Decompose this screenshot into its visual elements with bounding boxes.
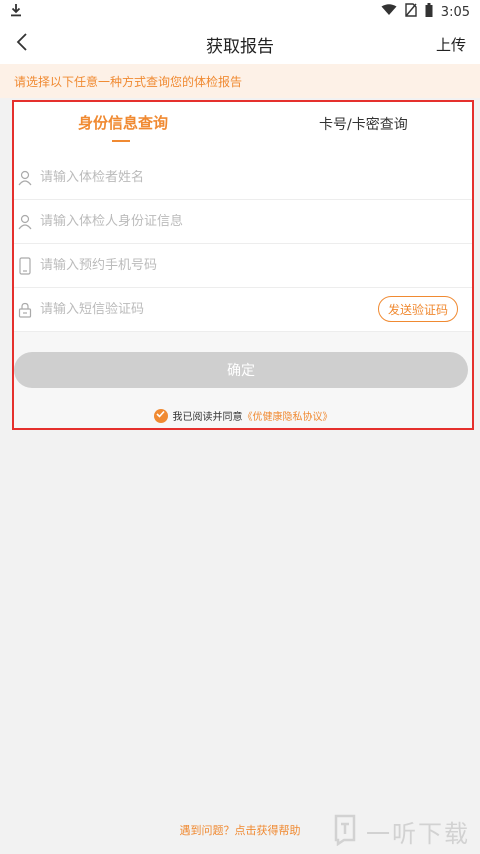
phone-icon xyxy=(16,256,34,275)
confirm-area: 确定 我已阅读并同意 《优健康隐私协议》 xyxy=(14,332,472,428)
query-form-card: 身份信息查询 卡号/卡密查询 发送验证码 确定 xyxy=(12,100,474,430)
nav-bar: 获取报告 上传 xyxy=(0,24,480,64)
battery-icon xyxy=(425,3,433,21)
id-number-input[interactable] xyxy=(40,214,340,229)
page-title: 获取报告 xyxy=(206,36,274,57)
status-time: 3:05 xyxy=(440,4,470,20)
ear-logo-icon xyxy=(330,812,360,850)
phone-field-row xyxy=(14,244,472,288)
confirm-button[interactable]: 确定 xyxy=(14,352,468,388)
name-input[interactable] xyxy=(40,170,340,185)
watermark-logo: 一听下载 xyxy=(330,812,470,850)
code-field-row: 发送验证码 xyxy=(14,288,472,332)
person-icon xyxy=(16,213,34,231)
phone-input[interactable] xyxy=(40,258,340,273)
active-tab-indicator xyxy=(112,140,130,142)
watermark-text: 一听下载 xyxy=(366,819,470,848)
chevron-left-icon xyxy=(16,33,28,55)
person-icon xyxy=(16,169,34,187)
check-icon xyxy=(156,410,165,421)
notice-banner: 请选择以下任意一种方式查询您的体检报告 xyxy=(0,64,480,98)
tab-identity-query[interactable]: 身份信息查询 xyxy=(78,112,168,133)
privacy-agreement-link[interactable]: 《优健康隐私协议》 xyxy=(243,408,333,423)
query-tabs: 身份信息查询 卡号/卡密查询 xyxy=(14,102,472,146)
no-sim-icon xyxy=(405,3,417,21)
agreement-row: 我已阅读并同意 《优健康隐私协议》 xyxy=(14,408,472,423)
name-field-row xyxy=(14,156,472,200)
agreement-checkbox[interactable] xyxy=(153,408,168,423)
sms-code-input[interactable] xyxy=(40,302,340,317)
send-code-button[interactable]: 发送验证码 xyxy=(377,296,458,322)
wifi-icon xyxy=(381,4,397,20)
status-bar: 3:05 xyxy=(0,0,480,24)
download-icon xyxy=(10,3,22,21)
tab-card-query[interactable]: 卡号/卡密查询 xyxy=(319,114,408,134)
back-button[interactable] xyxy=(10,30,34,58)
id-field-row xyxy=(14,200,472,244)
upload-button[interactable]: 上传 xyxy=(436,34,466,55)
agreement-text: 我已阅读并同意 xyxy=(172,412,243,423)
lock-icon xyxy=(16,301,34,319)
